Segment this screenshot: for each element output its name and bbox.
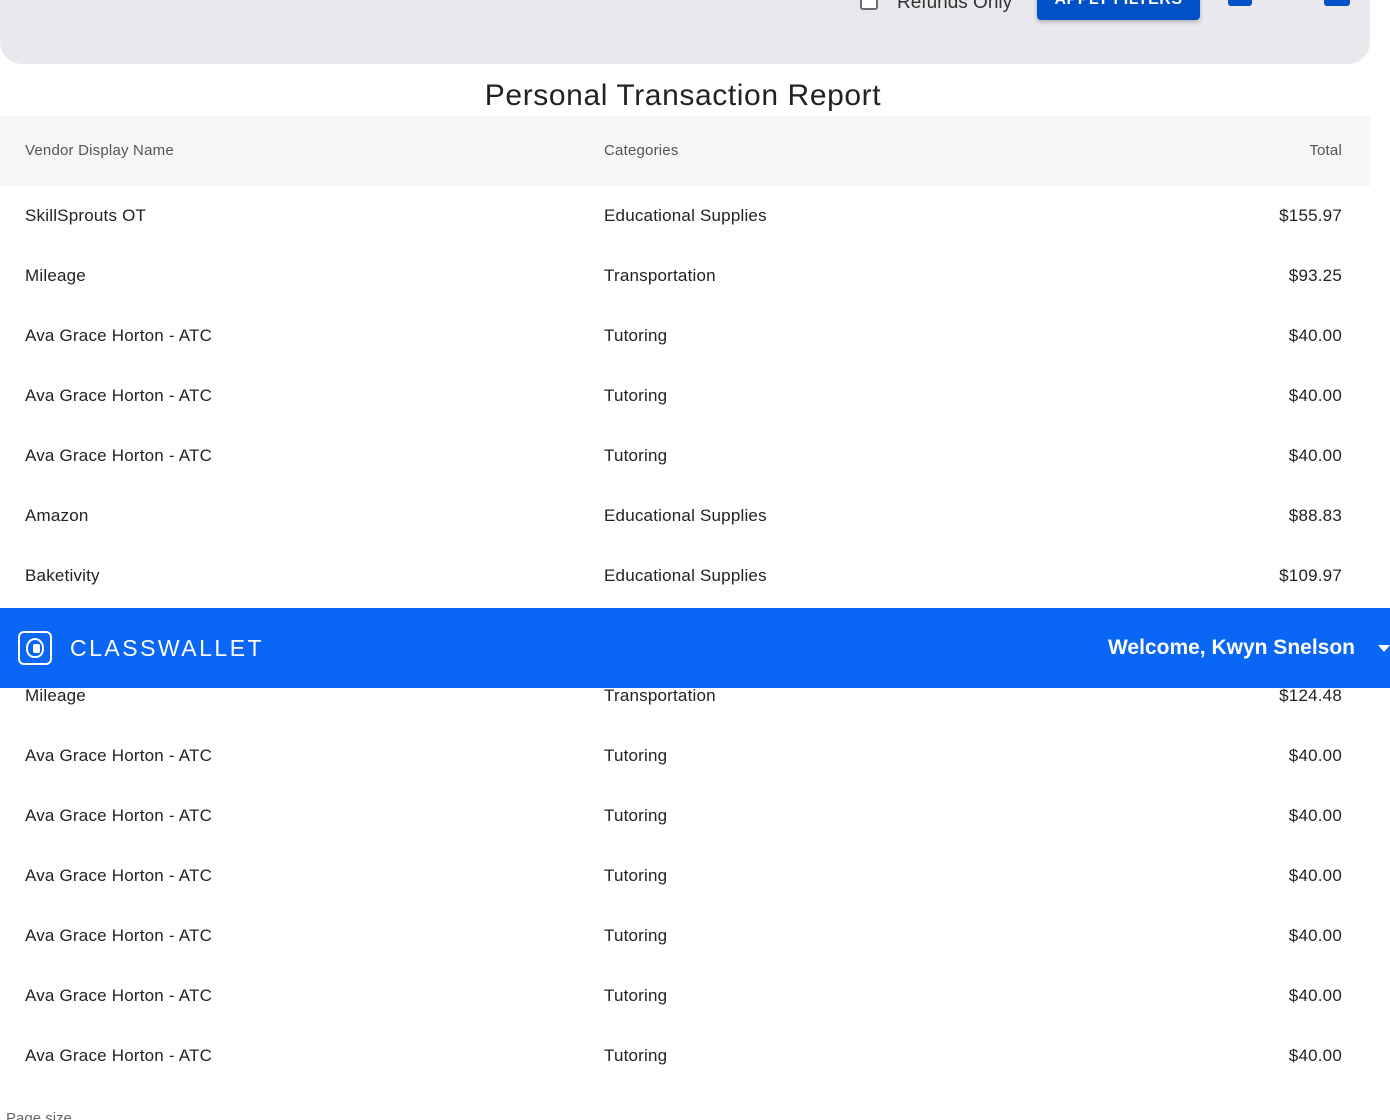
column-header-categories[interactable]: Categories <box>604 116 679 186</box>
column-header-vendor[interactable]: Vendor Display Name <box>25 116 174 186</box>
total-cell: $155.97 <box>1279 206 1342 225</box>
category-cell: Tutoring <box>604 1046 668 1065</box>
vendor-cell: Amazon <box>25 506 89 525</box>
vendor-cell: Mileage <box>25 266 86 285</box>
scrollbar-track[interactable] <box>1370 0 1390 608</box>
category-cell: Tutoring <box>604 746 668 765</box>
list-icon[interactable] <box>1276 0 1300 6</box>
total-cell: $40.00 <box>1288 746 1342 765</box>
report-title: Personal Transaction Report <box>484 79 882 112</box>
save-icon[interactable] <box>1324 0 1350 6</box>
total-cell: $40.00 <box>1288 326 1342 345</box>
category-cell: Tutoring <box>604 386 668 405</box>
total-cell: $109.97 <box>1279 566 1342 585</box>
category-cell: Tutoring <box>604 866 668 885</box>
category-cell: Tutoring <box>604 806 668 825</box>
total-cell: $40.00 <box>1288 806 1342 825</box>
table-row: Ava Grace Horton - ATC Tutoring $40.00 <box>0 306 1370 366</box>
table-row: Ava Grace Horton - ATC Tutoring $40.00 <box>0 726 1370 786</box>
refunds-only-label: Refunds Only <box>897 0 1013 13</box>
vendor-cell: Ava Grace Horton - ATC <box>25 806 213 825</box>
vendor-cell: Ava Grace Horton - ATC <box>25 746 213 765</box>
category-cell: Educational Supplies <box>604 206 767 225</box>
total-cell: $40.00 <box>1288 986 1342 1005</box>
apply-filters-button[interactable]: APPLY FILTERS <box>1037 0 1200 20</box>
total-cell: $40.00 <box>1288 866 1342 885</box>
column-header-total[interactable]: Total <box>1309 116 1342 186</box>
table-row: Ava Grace Horton - ATC Tutoring $40.00 <box>0 906 1370 966</box>
total-cell: $88.83 <box>1288 506 1342 525</box>
classwallet-logo-icon[interactable] <box>18 631 52 665</box>
table-row: Ava Grace Horton - ATC Tutoring $40.00 <box>0 1026 1370 1086</box>
category-cell: Educational Supplies <box>604 506 767 525</box>
total-cell: $93.25 <box>1288 266 1342 285</box>
total-cell: $40.00 <box>1288 1046 1342 1065</box>
refunds-only-checkbox[interactable] <box>860 0 878 10</box>
table-row: SkillSprouts OT Educational Supplies $15… <box>0 186 1370 246</box>
user-menu-welcome[interactable]: Welcome, Kwyn Snelson <box>1108 608 1355 688</box>
table-row: Ava Grace Horton - ATC Tutoring $40.00 <box>0 966 1370 1026</box>
vendor-cell: SkillSprouts OT <box>25 206 147 225</box>
table-row: Ava Grace Horton - ATC Tutoring $40.00 <box>0 366 1370 426</box>
vendor-cell: Baketivity <box>25 566 100 585</box>
category-cell: Transportation <box>604 266 716 285</box>
table-row: Baketivity Educational Supplies $109.97 <box>0 546 1370 606</box>
print-icon[interactable] <box>1228 0 1252 6</box>
total-cell: $40.00 <box>1288 446 1342 465</box>
category-cell: Tutoring <box>604 446 668 465</box>
top-navbar: CLASSWALLET Welcome, Kwyn Snelson <box>0 608 1390 688</box>
table-header: Vendor Display Name Categories Total <box>0 116 1370 186</box>
category-cell: Tutoring <box>604 986 668 1005</box>
brand-name[interactable]: CLASSWALLET <box>70 608 264 688</box>
vendor-cell: Ava Grace Horton - ATC <box>25 326 213 345</box>
vendor-cell: Ava Grace Horton - ATC <box>25 866 213 885</box>
table-row: Mileage Transportation $93.25 <box>0 246 1370 306</box>
category-cell: Educational Supplies <box>604 566 767 585</box>
vendor-cell: Ava Grace Horton - ATC <box>25 926 213 945</box>
total-cell: $40.00 <box>1288 926 1342 945</box>
table-row: Ava Grace Horton - ATC Tutoring $40.00 <box>0 846 1370 906</box>
page: Refunds Only APPLY FILTERS Personal Tran… <box>0 0 1390 1120</box>
chevron-down-icon[interactable] <box>1378 645 1390 652</box>
category-cell: Tutoring <box>604 926 668 945</box>
table-row: Ava Grace Horton - ATC Tutoring $40.00 <box>0 426 1370 486</box>
total-cell: $40.00 <box>1288 386 1342 405</box>
page-size-label: Page size <box>6 1110 72 1120</box>
vendor-cell: Ava Grace Horton - ATC <box>25 446 213 465</box>
vendor-cell: Ava Grace Horton - ATC <box>25 986 213 1005</box>
vendor-cell: Ava Grace Horton - ATC <box>25 1046 213 1065</box>
table-row: Amazon Educational Supplies $88.83 <box>0 486 1370 546</box>
table-row: Ava Grace Horton - ATC Tutoring $40.00 <box>0 786 1370 846</box>
vendor-cell: Ava Grace Horton - ATC <box>25 386 213 405</box>
category-cell: Tutoring <box>604 326 668 345</box>
